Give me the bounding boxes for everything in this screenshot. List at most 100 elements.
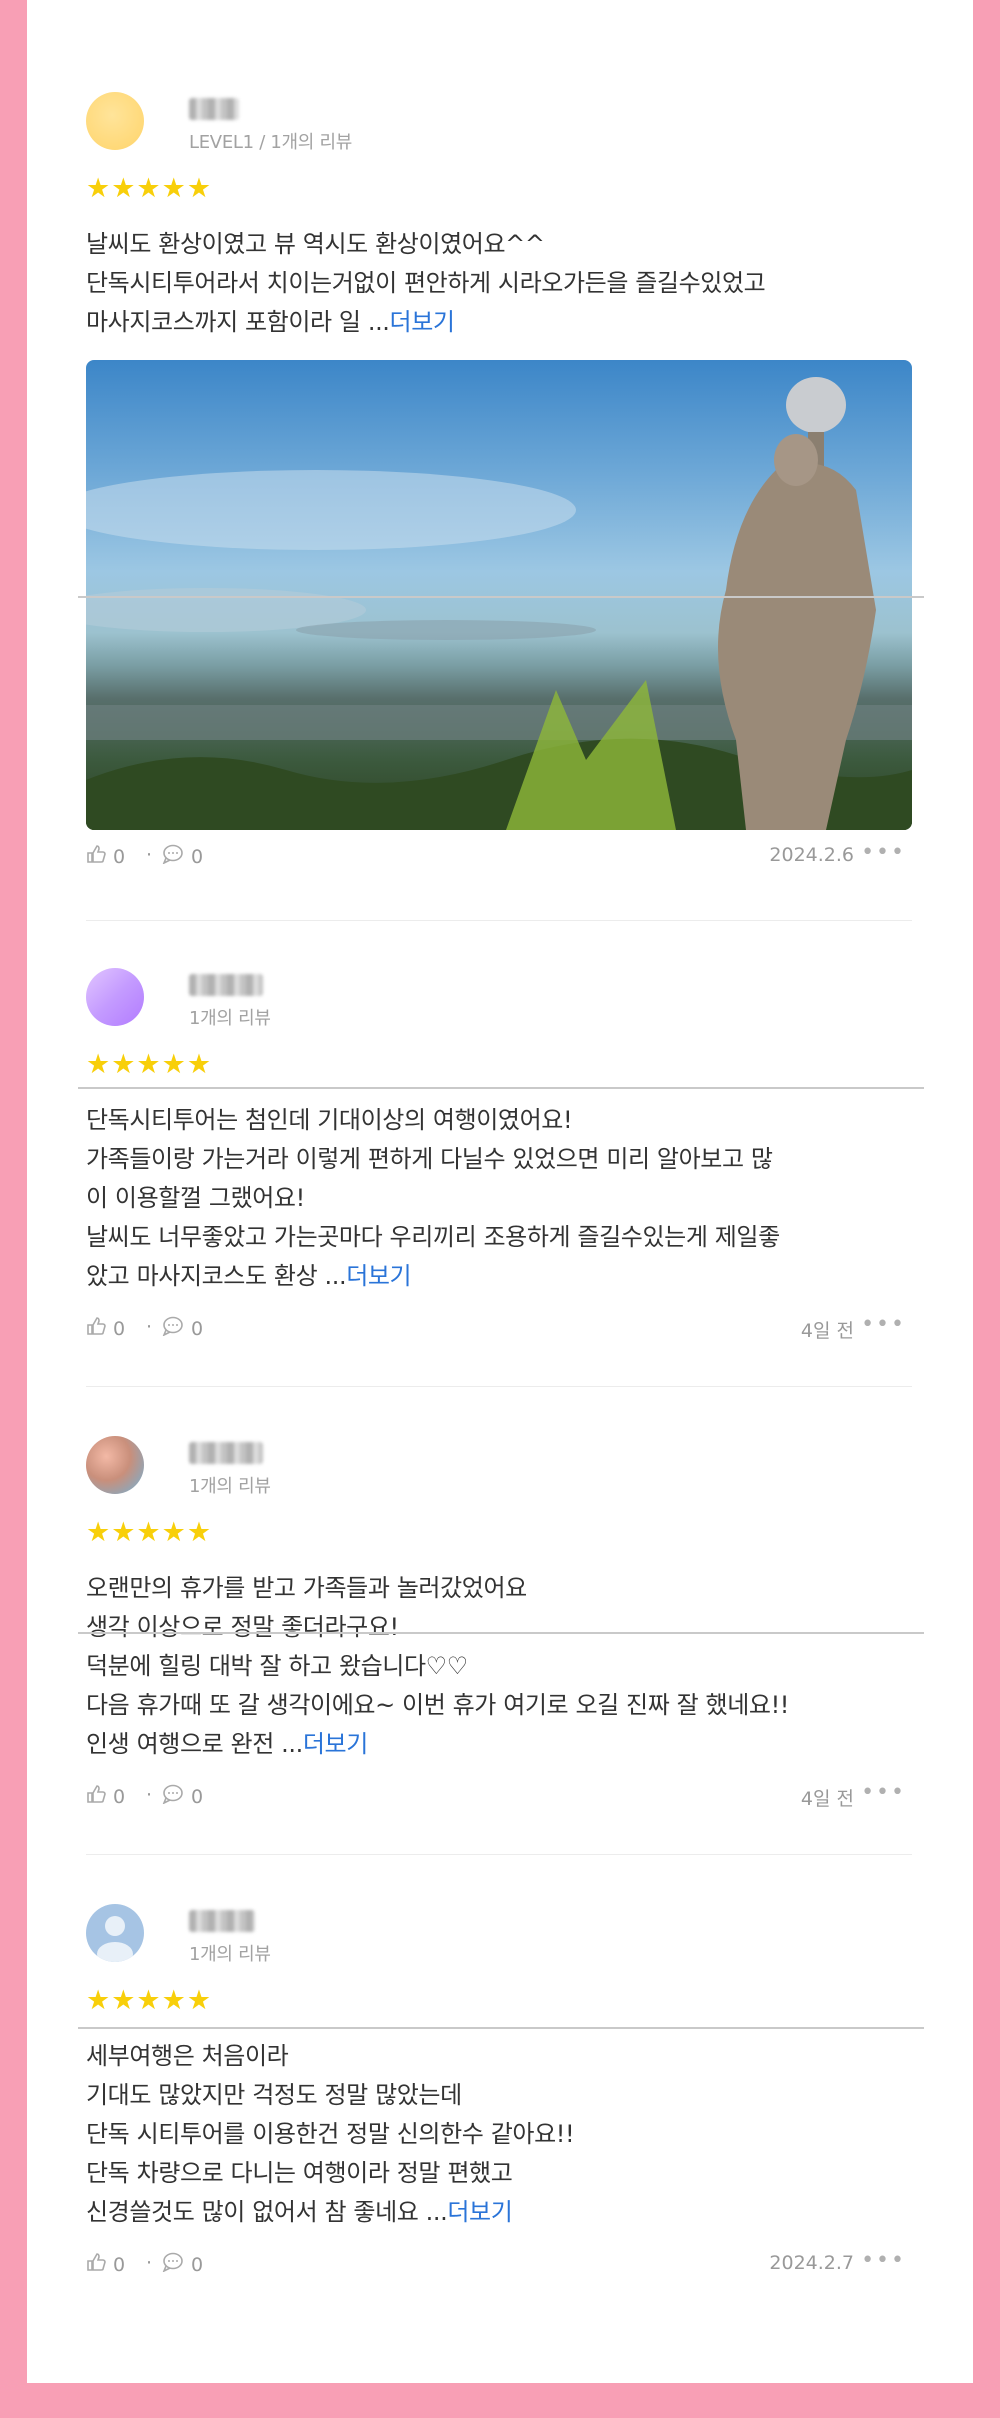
review-text: 단독시티투어는 첨인데 기대이상의 여행이였어요! 가족들이랑 가는거라 이렇게… bbox=[86, 1101, 926, 1296]
like-count: 0 bbox=[113, 1785, 126, 1808]
comment-bubble-icon bbox=[162, 1784, 184, 1809]
avatar[interactable] bbox=[86, 968, 144, 1026]
review-date: 2024.2.7 bbox=[769, 2252, 854, 2274]
reviewer-meta: 1개의 리뷰 bbox=[189, 1476, 271, 1497]
review-line: 이 이용할껄 그랬어요! bbox=[86, 1184, 305, 1212]
review-line: 단독 차량으로 다니는 여행이라 정말 편했고 bbox=[86, 2159, 513, 2187]
image-seam bbox=[78, 2027, 924, 2029]
review-text: 세부여행은 처음이라 기대도 많았지만 걱정도 정말 많았는데 단독 시티투어를… bbox=[86, 2037, 926, 2232]
review-header: 1개의 리뷰 bbox=[58, 968, 912, 1030]
like-button[interactable]: 0 bbox=[86, 1316, 125, 1341]
review-date: 4일 전 bbox=[800, 1320, 854, 1342]
reviewer-name-blurred bbox=[189, 974, 263, 996]
review-header: LEVEL1 / 1개의 리뷰 bbox=[58, 92, 912, 154]
review-line: 기대도 많았지만 걱정도 정말 많았는데 bbox=[86, 2081, 462, 2109]
review-card: LEVEL1 / 1개의 리뷰 ★★★★★ 날씨도 환상이였고 뷰 역시도 환상… bbox=[58, 92, 912, 922]
comment-count: 0 bbox=[191, 1317, 204, 1340]
review-line: 생각 이상으로 정말 좋더라구요! bbox=[86, 1613, 399, 1641]
star-rating: ★★★★★ bbox=[86, 1049, 213, 1080]
reviewer-meta: 1개의 리뷰 bbox=[189, 1008, 271, 1029]
review-header: 1개의 리뷰 bbox=[58, 1904, 912, 1966]
review-line: 날씨도 너무좋았고 가는곳마다 우리끼리 조용하게 즐길수있는게 제일좋 bbox=[86, 1223, 780, 1251]
review-date: 4일 전 bbox=[800, 1788, 854, 1810]
review-date: 2024.2.6 bbox=[769, 844, 854, 866]
more-options-icon[interactable]: ••• bbox=[861, 1780, 906, 1805]
read-more-link[interactable]: 더보기 bbox=[390, 308, 455, 336]
review-footer: 0 · 0 4일 전 ••• bbox=[86, 1312, 912, 1346]
like-button[interactable]: 0 bbox=[86, 844, 125, 869]
read-more-link[interactable]: 더보기 bbox=[303, 1730, 368, 1758]
divider bbox=[86, 1854, 912, 1855]
read-more-link[interactable]: 더보기 bbox=[447, 2198, 512, 2226]
like-count: 0 bbox=[113, 2253, 126, 2276]
comment-bubble-icon bbox=[162, 2252, 184, 2277]
like-count: 0 bbox=[113, 1317, 126, 1340]
review-line: 단독 시티투어를 이용한건 정말 신의한수 같아요!! bbox=[86, 2120, 575, 2148]
more-options-icon[interactable]: ••• bbox=[861, 2248, 906, 2273]
comment-bubble-icon bbox=[162, 1316, 184, 1341]
comment-button[interactable]: 0 bbox=[162, 2252, 203, 2277]
thumbs-up-icon bbox=[86, 2252, 106, 2277]
review-line: 세부여행은 처음이라 bbox=[86, 2042, 289, 2070]
divider bbox=[86, 920, 912, 921]
separator-dot: · bbox=[146, 1316, 153, 1338]
separator-dot: · bbox=[146, 2252, 153, 2274]
review-text: 오랜만의 휴가를 받고 가족들과 놀러갔었어요 생각 이상으로 정말 좋더라구요… bbox=[86, 1569, 926, 1764]
review-card: 1개의 리뷰 ★★★★★ 세부여행은 처음이라 기대도 많았지만 걱정도 정말 … bbox=[58, 1904, 912, 2324]
review-line: 인생 여행으로 완전 ...더보기 bbox=[86, 1730, 368, 1758]
avatar[interactable] bbox=[86, 1904, 144, 1962]
review-line: 단독시티투어라서 치이는거없이 편안하게 시라오가든을 즐길수있었고 bbox=[86, 269, 766, 297]
more-options-icon[interactable]: ••• bbox=[861, 840, 906, 865]
comment-count: 0 bbox=[191, 2253, 204, 2276]
review-line: 가족들이랑 가는거라 이렇게 편하게 다닐수 있었으면 미리 알아보고 많 bbox=[86, 1145, 773, 1173]
image-seam bbox=[78, 1087, 924, 1089]
thumbs-up-icon bbox=[86, 844, 106, 869]
read-more-link[interactable]: 더보기 bbox=[346, 1262, 411, 1290]
comment-button[interactable]: 0 bbox=[162, 1784, 203, 1809]
review-card: 1개의 리뷰 ★★★★★ 단독시티투어는 첨인데 기대이상의 여행이였어요! 가… bbox=[58, 968, 912, 1388]
review-footer: 0 · 0 2024.2.7 ••• bbox=[86, 2248, 912, 2282]
review-header: 1개의 리뷰 bbox=[58, 1436, 912, 1498]
review-line: 단독시티투어는 첨인데 기대이상의 여행이였어요! bbox=[86, 1106, 573, 1134]
review-photo[interactable] bbox=[86, 360, 912, 830]
review-footer: 0 · 0 2024.2.6 ••• bbox=[86, 840, 912, 874]
star-rating: ★★★★★ bbox=[86, 1517, 213, 1548]
comment-bubble-icon bbox=[162, 844, 184, 869]
reviewer-meta: LEVEL1 / 1개의 리뷰 bbox=[189, 132, 352, 153]
comment-count: 0 bbox=[191, 1785, 204, 1808]
default-user-icon bbox=[97, 1916, 133, 1962]
like-button[interactable]: 0 bbox=[86, 1784, 125, 1809]
avatar[interactable] bbox=[86, 1436, 144, 1494]
divider bbox=[86, 1386, 912, 1387]
thumbs-up-icon bbox=[86, 1784, 106, 1809]
star-rating: ★★★★★ bbox=[86, 1985, 213, 2016]
avatar[interactable] bbox=[86, 92, 144, 150]
comment-button[interactable]: 0 bbox=[162, 1316, 203, 1341]
review-line: 마사지코스까지 포함이라 일 ...더보기 bbox=[86, 308, 455, 336]
review-line: 다음 휴가때 또 갈 생각이에요~ 이번 휴가 여기로 오길 진짜 잘 했네요!… bbox=[86, 1691, 790, 1719]
review-photo-graphic bbox=[86, 377, 912, 830]
image-seam bbox=[78, 596, 924, 598]
more-options-icon[interactable]: ••• bbox=[861, 1312, 906, 1337]
image-seam bbox=[78, 1632, 924, 1634]
like-count: 0 bbox=[113, 845, 126, 868]
review-line: 날씨도 환상이였고 뷰 역시도 환상이였어요^^ bbox=[86, 230, 545, 258]
reviewer-name-blurred bbox=[189, 1910, 255, 1932]
review-text: 날씨도 환상이였고 뷰 역시도 환상이였어요^^ 단독시티투어라서 치이는거없이… bbox=[86, 225, 926, 342]
review-line: 덕분에 힐링 대박 잘 하고 왔습니다♡♡ bbox=[86, 1652, 468, 1680]
review-card: 1개의 리뷰 ★★★★★ 오랜만의 휴가를 받고 가족들과 놀러갔었어요 생각 … bbox=[58, 1436, 912, 1856]
review-line: 오랜만의 휴가를 받고 가족들과 놀러갔었어요 bbox=[86, 1574, 527, 1602]
reviewer-name-blurred bbox=[189, 98, 239, 120]
separator-dot: · bbox=[146, 844, 153, 866]
review-line: 았고 마사지코스도 환상 ...더보기 bbox=[86, 1262, 412, 1290]
like-button[interactable]: 0 bbox=[86, 2252, 125, 2277]
separator-dot: · bbox=[146, 1784, 153, 1806]
thumbs-up-icon bbox=[86, 1316, 106, 1341]
reviewer-name-blurred bbox=[189, 1442, 263, 1464]
reviewer-meta: 1개의 리뷰 bbox=[189, 1944, 271, 1965]
review-line: 신경쓸것도 많이 없어서 참 좋네요 ...더보기 bbox=[86, 2198, 513, 2226]
comment-count: 0 bbox=[191, 845, 204, 868]
star-rating: ★★★★★ bbox=[86, 173, 213, 204]
review-footer: 0 · 0 4일 전 ••• bbox=[86, 1780, 912, 1814]
comment-button[interactable]: 0 bbox=[162, 844, 203, 869]
